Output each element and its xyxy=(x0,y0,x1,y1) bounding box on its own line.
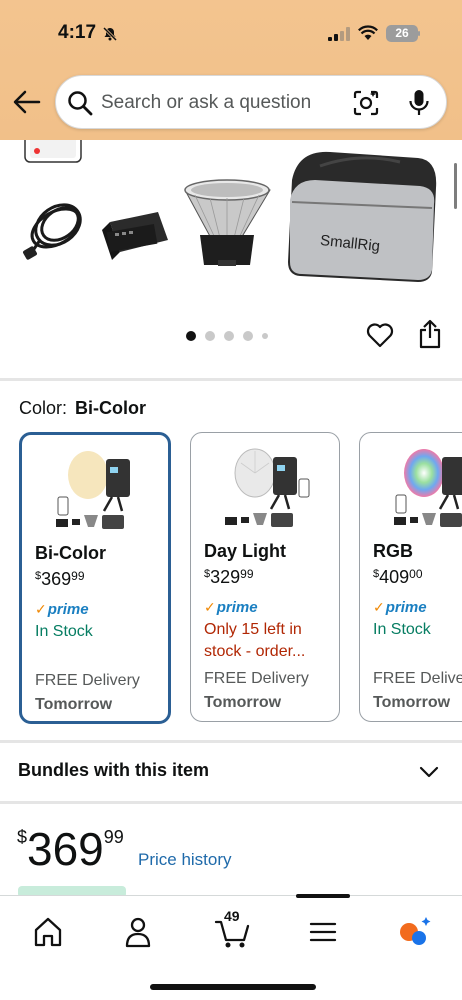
section-divider xyxy=(0,378,462,381)
delivery-info: FREE DeliveryTomorrow xyxy=(35,672,140,713)
section-divider xyxy=(0,801,462,804)
carousel-dot[interactable] xyxy=(262,333,268,339)
variant-image xyxy=(225,448,310,527)
variant-price-dollars: 369 xyxy=(41,569,72,589)
stock-status: In Stock xyxy=(373,621,431,638)
home-icon[interactable] xyxy=(28,914,68,950)
variant-card-day-light[interactable]: Day Light $32999 ✓prime Only 15 left in … xyxy=(190,432,340,722)
carousel-dots[interactable] xyxy=(186,328,277,342)
active-tab-indicator xyxy=(296,894,350,898)
price-dollars: 369 xyxy=(27,823,104,875)
variant-card-rgb[interactable]: RGB $40900 ✓prime In Stock FREE Delivery… xyxy=(359,432,462,722)
carousel-dot[interactable] xyxy=(205,331,215,341)
stock-status: In Stock xyxy=(35,623,93,640)
delivery-info: FREE DeliveryTomorrow xyxy=(373,670,462,711)
menu-icon[interactable] xyxy=(303,914,343,950)
battery-indicator: 26 xyxy=(386,25,418,42)
variant-price: $32999 xyxy=(204,567,254,587)
variant-price-cents: 00 xyxy=(409,567,423,581)
account-icon[interactable] xyxy=(118,914,158,950)
delivery-info: FREE DeliveryTomorrow xyxy=(204,670,309,711)
bundles-accordion[interactable]: Bundles with this item xyxy=(0,743,462,801)
search-icon xyxy=(68,91,93,116)
prime-badge: ✓prime xyxy=(35,601,89,618)
color-label: Color: Bi-Color xyxy=(19,398,146,419)
bundles-label: Bundles with this item xyxy=(18,760,210,780)
cart-icon[interactable] xyxy=(212,914,252,950)
bell-muted-icon xyxy=(102,26,118,42)
signal-icon xyxy=(328,27,350,41)
selected-color: Bi-Color xyxy=(75,398,147,418)
variant-price-dollars: 409 xyxy=(379,567,410,587)
status-bar: 4:17 26 xyxy=(0,22,462,48)
variant-price: $40900 xyxy=(373,567,423,587)
variant-name: RGB xyxy=(373,541,413,561)
variant-image xyxy=(56,451,130,529)
gallery-scrollbar[interactable] xyxy=(454,163,457,209)
carousel-dot[interactable] xyxy=(186,331,196,341)
variant-price-cents: 99 xyxy=(71,569,85,583)
stock-status: Only 15 left in stock - order... xyxy=(204,621,306,660)
carousel-dot[interactable] xyxy=(224,331,234,341)
variant-price-dollars: 329 xyxy=(210,567,241,587)
carousel-dot[interactable] xyxy=(243,331,253,341)
main-price: $36999 xyxy=(17,822,124,876)
search-input[interactable] xyxy=(101,90,341,116)
header: 4:17 26 xyxy=(0,0,462,140)
prime-badge: ✓prime xyxy=(204,599,258,616)
variant-card-bi-color[interactable]: Bi-Color $36999 ✓prime In Stock FREE Del… xyxy=(19,432,171,724)
battery-tip xyxy=(418,31,420,36)
variant-name: Bi-Color xyxy=(35,543,106,563)
search-bar[interactable] xyxy=(55,75,447,129)
camera-lens-icon[interactable] xyxy=(352,89,380,117)
variant-price: $36999 xyxy=(35,569,85,589)
price-currency: $ xyxy=(17,827,28,847)
share-icon[interactable] xyxy=(418,319,442,349)
variant-image xyxy=(394,449,462,527)
ai-assistant-icon[interactable] xyxy=(394,914,434,950)
product-page: 4:17 26 Search or ask a question SmallRi… xyxy=(0,0,462,1000)
heart-icon[interactable] xyxy=(366,322,394,348)
back-arrow-icon[interactable] xyxy=(12,88,42,116)
price-history-link[interactable]: Price history xyxy=(138,850,232,870)
chevron-down-icon xyxy=(419,766,439,778)
status-time: 4:17 xyxy=(58,22,97,43)
wifi-icon xyxy=(358,25,378,40)
price-cents: 99 xyxy=(103,827,124,847)
variant-name: Day Light xyxy=(204,541,287,561)
microphone-icon[interactable] xyxy=(406,88,432,118)
prime-badge: ✓prime xyxy=(373,599,427,616)
color-label-prefix: Color: xyxy=(19,398,68,418)
variant-price-cents: 99 xyxy=(240,567,254,581)
home-indicator xyxy=(150,984,316,990)
